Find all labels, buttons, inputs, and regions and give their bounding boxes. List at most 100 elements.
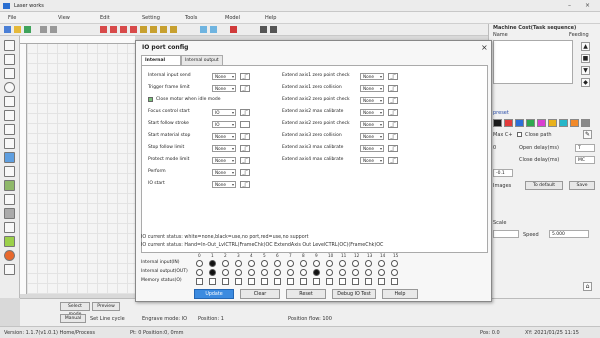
signal-level-toggle[interactable]: _|‾	[240, 145, 250, 152]
offset-tool-icon[interactable]	[4, 194, 15, 205]
scale-input[interactable]	[493, 230, 519, 238]
select-mode-button[interactable]: Select mode	[60, 302, 90, 317]
speed-input[interactable]: 5.000	[549, 230, 589, 238]
signal-level-toggle[interactable]: _|‾	[240, 73, 250, 80]
work-canvas[interactable]	[27, 44, 135, 294]
zoom-in-icon[interactable]	[200, 26, 207, 33]
color-swatch[interactable]	[493, 119, 502, 127]
transform-tool-icon[interactable]	[4, 222, 15, 233]
zoom-out-icon[interactable]	[210, 26, 217, 33]
io-port-select[interactable]: None ▾	[360, 133, 384, 140]
menu-model[interactable]: Model	[225, 15, 240, 21]
save-icon[interactable]	[24, 26, 31, 33]
signal-level-toggle[interactable]: _|‾	[240, 169, 250, 176]
pen-tool-icon[interactable]	[4, 264, 15, 275]
io-port-select[interactable]: IO ▾	[212, 109, 236, 116]
tab-internal-output[interactable]: Internal output	[181, 55, 223, 65]
array-icon[interactable]	[270, 26, 277, 33]
signal-level-toggle[interactable]: _|‾	[240, 157, 250, 164]
io-port-select[interactable]: None ▾	[212, 145, 236, 152]
help-button[interactable]: Help	[382, 289, 418, 299]
io-port-select[interactable]: None ▾	[212, 133, 236, 140]
text-tool-icon[interactable]	[4, 124, 15, 135]
pen-icon[interactable]: ✎	[583, 130, 592, 139]
menu-help[interactable]: Help	[265, 15, 276, 21]
io-port-select[interactable]: None ▾	[212, 181, 236, 188]
select-tool-icon[interactable]	[4, 40, 15, 51]
color-swatch[interactable]	[526, 119, 535, 127]
signal-level-toggle[interactable]: _|‾	[388, 97, 398, 104]
io-port-select[interactable]: None ▾	[360, 121, 384, 128]
io-port-select[interactable]: None ▾	[212, 73, 236, 80]
manual-button[interactable]: Manual	[60, 314, 86, 323]
save-settings-button[interactable]: Save	[569, 181, 595, 190]
close-delay-input[interactable]: MC	[575, 156, 595, 164]
reset-button[interactable]: Reset	[286, 289, 326, 299]
laser-icon[interactable]	[230, 26, 237, 33]
signal-level-toggle[interactable]: _|‾	[388, 157, 398, 164]
line-tool-icon[interactable]	[4, 54, 15, 65]
io-port-select[interactable]: None ▾	[360, 109, 384, 116]
weld-tool-icon[interactable]	[4, 236, 15, 247]
lock-icon[interactable]: ■	[581, 54, 590, 63]
color-swatch[interactable]	[581, 119, 590, 127]
signal-level-toggle[interactable]: _|‾	[388, 145, 398, 152]
color-swatch[interactable]	[537, 119, 546, 127]
open-file-icon[interactable]	[14, 26, 21, 33]
io-port-select[interactable]: None ▾	[360, 145, 384, 152]
align-top-icon[interactable]	[160, 26, 167, 33]
tab-internal-input[interactable]: Internal input	[141, 55, 181, 72]
preview-button[interactable]: Preview	[92, 302, 120, 311]
ellipse-tool-icon[interactable]	[4, 82, 15, 93]
io-port-select[interactable]: None ▾	[360, 85, 384, 92]
menu-file[interactable]: File	[8, 15, 16, 21]
hide-icon[interactable]: ◆	[581, 78, 590, 87]
minimize-button[interactable]: –	[568, 2, 571, 9]
move-up-icon[interactable]: ▲	[581, 42, 590, 51]
open-delay-input[interactable]: T	[575, 144, 595, 152]
signal-level-toggle[interactable]: _|‾	[388, 121, 398, 128]
grid-icon[interactable]	[260, 26, 267, 33]
edit-node-icon[interactable]	[4, 152, 15, 163]
to-default-button[interactable]: To default	[525, 181, 563, 190]
io-port-select[interactable]: None ▾	[212, 85, 236, 92]
image-tool-icon[interactable]	[4, 138, 15, 149]
new-file-icon[interactable]	[4, 26, 11, 33]
align-left-icon[interactable]	[140, 26, 147, 33]
menu-setting[interactable]: Setting	[142, 15, 160, 21]
io-port-select[interactable]: None ▾	[360, 73, 384, 80]
align-right-icon[interactable]	[150, 26, 157, 33]
target-tool-icon[interactable]	[4, 250, 15, 261]
dialog-close-icon[interactable]: ×	[481, 43, 488, 52]
signal-level-toggle[interactable]	[240, 121, 250, 128]
layer-list[interactable]	[493, 40, 573, 84]
curve-tool-icon[interactable]	[4, 110, 15, 121]
redo-icon[interactable]	[50, 26, 57, 33]
clear-button[interactable]: Clear	[240, 289, 280, 299]
signal-level-toggle[interactable]: _|‾	[388, 73, 398, 80]
close-window-button[interactable]: ×	[585, 2, 590, 9]
rectangle-tool-icon[interactable]	[4, 68, 15, 79]
debug-io-test-button[interactable]: Debug IO Test	[332, 289, 376, 299]
signal-level-toggle[interactable]: _|‾	[388, 109, 398, 116]
color-swatch[interactable]	[504, 119, 513, 127]
menu-edit[interactable]: Edit	[100, 15, 110, 21]
menu-view[interactable]: View	[58, 15, 70, 21]
value-input[interactable]: -0.1	[493, 169, 513, 177]
close-motor-checkbox[interactable]	[148, 97, 153, 102]
signal-level-toggle[interactable]: _|‾	[388, 133, 398, 140]
cut-icon[interactable]	[100, 26, 107, 33]
polyline-tool-icon[interactable]	[4, 96, 15, 107]
align-bottom-icon[interactable]	[170, 26, 177, 33]
undo-icon[interactable]	[40, 26, 47, 33]
color-swatch[interactable]	[570, 119, 579, 127]
home-icon[interactable]: ⌂	[583, 282, 592, 291]
fill-tool-icon[interactable]	[4, 180, 15, 191]
signal-level-toggle[interactable]: _|‾	[240, 133, 250, 140]
io-port-select[interactable]: None ▾	[360, 97, 384, 104]
close-path-checkbox[interactable]	[517, 132, 522, 137]
color-swatch[interactable]	[548, 119, 557, 127]
io-port-select[interactable]: IO ▾	[212, 121, 236, 128]
copy-icon[interactable]	[110, 26, 117, 33]
move-down-icon[interactable]: ▼	[581, 66, 590, 75]
